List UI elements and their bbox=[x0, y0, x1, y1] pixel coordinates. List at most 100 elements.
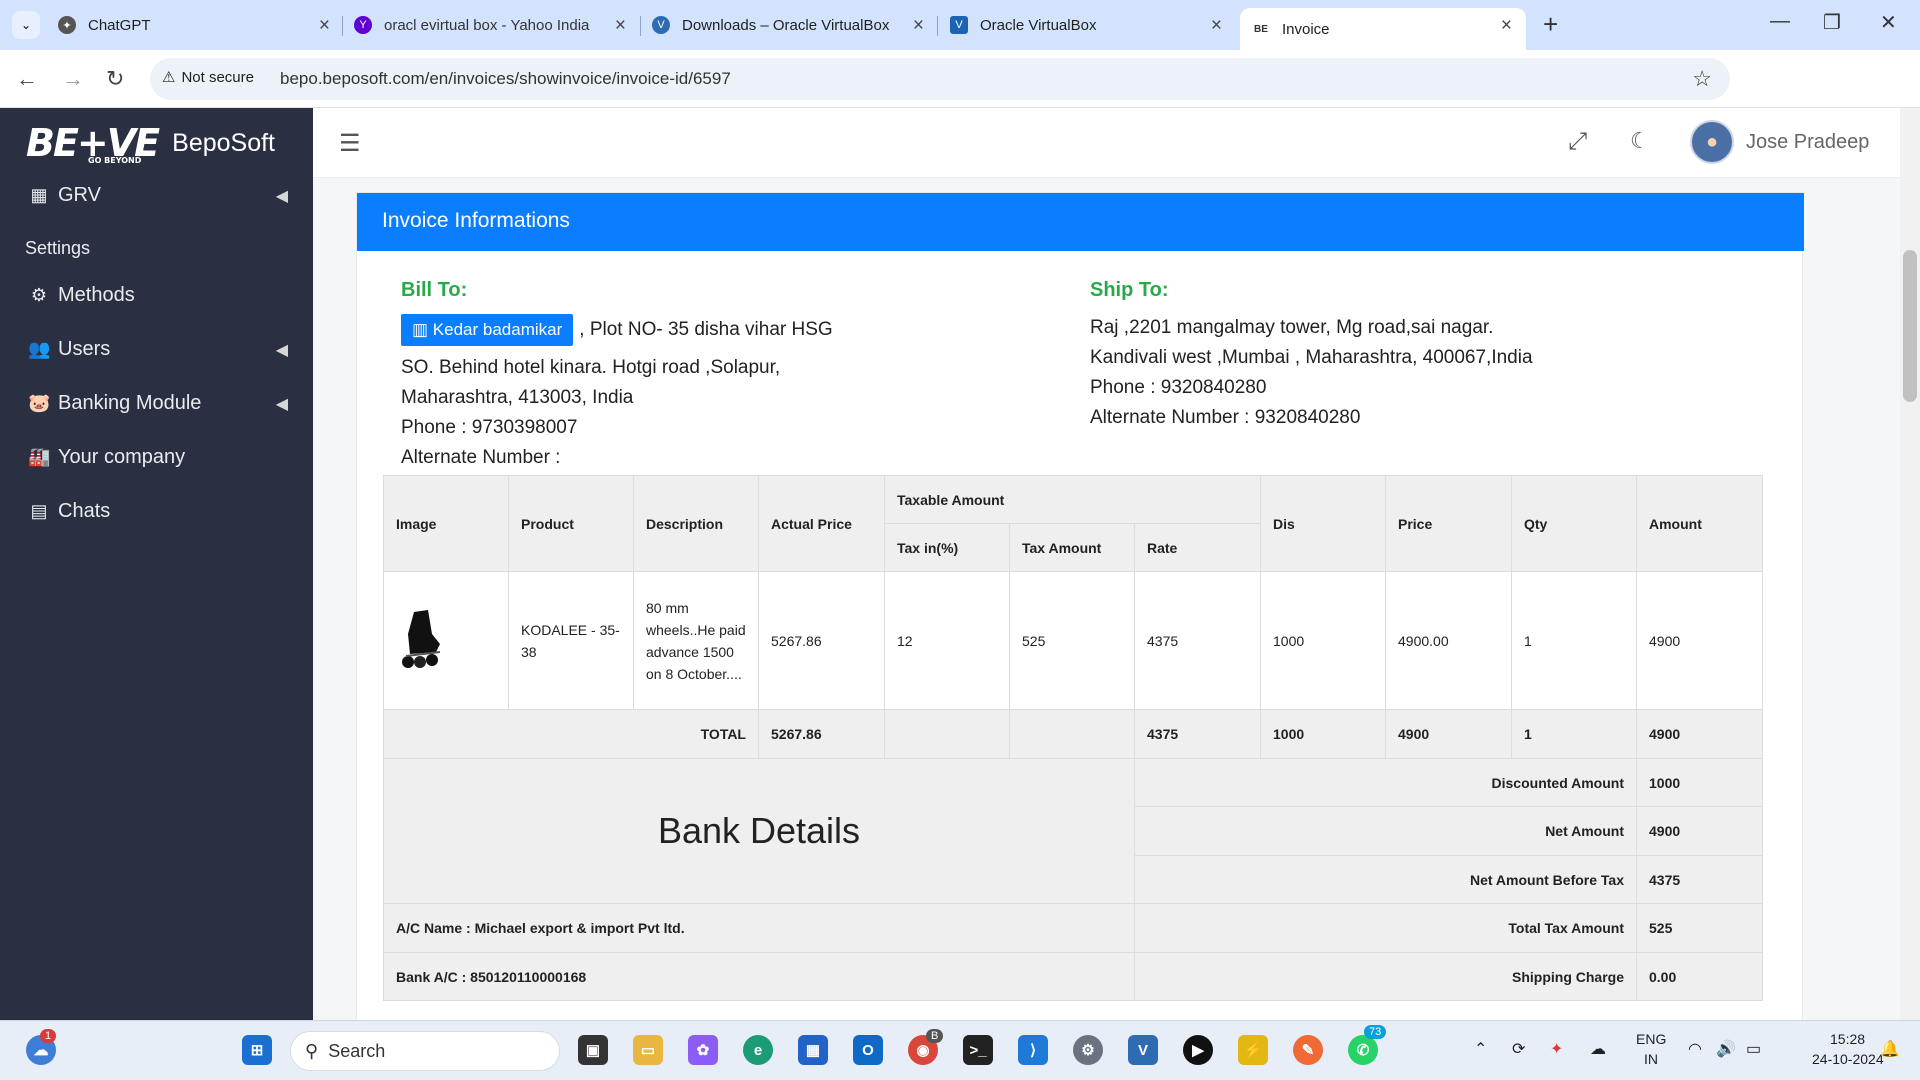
sidebar-item-label: Chats bbox=[58, 500, 111, 522]
close-tab-icon[interactable]: × bbox=[1501, 15, 1512, 37]
close-window-icon[interactable]: ✕ bbox=[1880, 10, 1897, 35]
total-row: TOTAL 5267.86 4375 1000 4900 1 4900 bbox=[383, 709, 1763, 759]
battery-icon[interactable]: ▭ bbox=[1746, 1039, 1761, 1059]
tab-oracle-virtualbox[interactable]: V Oracle VirtualBox × bbox=[950, 8, 1230, 42]
sync-icon[interactable]: ⟳ bbox=[1512, 1039, 1525, 1059]
hamburger-menu-icon[interactable]: ☰ bbox=[339, 129, 361, 158]
tab-downloads-virtualbox[interactable]: V Downloads – Oracle VirtualBox × bbox=[652, 8, 932, 42]
net-amount-before-tax-label: Net Amount Before Tax bbox=[1134, 855, 1637, 904]
edge-icon[interactable]: e bbox=[743, 1035, 773, 1065]
app-topbar: ☰ ⤢ ☾ ● Jose Pradeep bbox=[313, 108, 1900, 178]
column-header-product: Product bbox=[508, 475, 634, 572]
terminal-icon[interactable]: >_ bbox=[963, 1035, 993, 1065]
clock-time[interactable]: 15:28 bbox=[1830, 1031, 1865, 1047]
security-chip[interactable]: ⚠ Not secure bbox=[162, 68, 254, 87]
url-text[interactable]: bepo.beposoft.com/en/invoices/showinvoic… bbox=[280, 69, 731, 89]
sidebar-item-chats[interactable]: ▤ Chats bbox=[28, 500, 288, 523]
virtualbox-icon[interactable]: V bbox=[1128, 1035, 1158, 1065]
taskbar-search[interactable]: ⚲ Search bbox=[290, 1031, 560, 1071]
media-player-icon[interactable]: ▶ bbox=[1183, 1035, 1213, 1065]
tab-invoice[interactable]: BE Invoice × bbox=[1240, 8, 1526, 50]
browser-tab-bar: ⌄ ✦ ChatGPT × Y oracl evirtual box - Yah… bbox=[0, 0, 1920, 50]
ship-address-2: Kandivali west ,Mumbai , Maharashtra, 40… bbox=[1090, 347, 1533, 368]
sidebar-item-your-company[interactable]: 🏭 Your company bbox=[28, 446, 288, 469]
shipping-charge-value: 0.00 bbox=[1636, 952, 1763, 1001]
task-view-icon[interactable]: ▣ bbox=[578, 1035, 608, 1065]
close-tab-icon[interactable]: × bbox=[1211, 15, 1222, 37]
product-cell: KODALEE - 35-38 bbox=[508, 571, 634, 710]
beposoft-icon: BE bbox=[1254, 23, 1268, 35]
invoice-card-header: Invoice Informations bbox=[357, 193, 1804, 251]
sidebar-item-grv[interactable]: ▦ GRV ◀ bbox=[28, 184, 288, 207]
reload-icon[interactable]: ↻ bbox=[106, 66, 124, 92]
outlook-icon[interactable]: O bbox=[853, 1035, 883, 1065]
sidebar-item-label: Banking Module bbox=[58, 392, 202, 414]
users-icon: 👥 bbox=[28, 339, 51, 359]
column-header-actual-price: Actual Price bbox=[758, 475, 885, 572]
wifi-icon[interactable]: ◠ bbox=[1688, 1039, 1702, 1059]
scrollbar-thumb[interactable] bbox=[1903, 250, 1917, 402]
clock-date[interactable]: 24-10-2024 bbox=[1812, 1051, 1884, 1067]
app-tray-icon[interactable]: ✦ bbox=[1550, 1039, 1563, 1059]
customer-name: Kedar badamikar bbox=[432, 320, 563, 339]
forward-icon[interactable]: → bbox=[62, 66, 84, 92]
user-name[interactable]: Jose Pradeep bbox=[1746, 131, 1869, 154]
close-tab-icon[interactable]: × bbox=[615, 15, 626, 37]
page-scrollbar[interactable] bbox=[1900, 108, 1920, 1020]
file-explorer-icon[interactable]: ▭ bbox=[633, 1035, 663, 1065]
dark-mode-moon-icon[interactable]: ☾ bbox=[1630, 128, 1650, 154]
net-amount-label: Net Amount bbox=[1134, 806, 1637, 856]
close-tab-icon[interactable]: × bbox=[319, 15, 330, 37]
region-indicator[interactable]: IN bbox=[1644, 1051, 1658, 1067]
whatsapp-icon[interactable]: ✆ bbox=[1348, 1035, 1378, 1065]
chevron-up-icon[interactable]: ⌃ bbox=[1474, 1039, 1487, 1059]
price-cell: 4900.00 bbox=[1385, 571, 1512, 710]
back-icon[interactable]: ← bbox=[16, 66, 38, 92]
net-amount-value: 4900 bbox=[1636, 806, 1763, 856]
brand[interactable]: BE+VE GO BEYOND BepoSoft bbox=[0, 108, 313, 178]
fullscreen-icon[interactable]: ⤢ bbox=[1568, 128, 1587, 156]
tab-search-button[interactable]: ⌄ bbox=[12, 11, 40, 39]
total-tax-amount-value: 525 bbox=[1636, 903, 1763, 953]
settings-gear-icon[interactable]: ⚙ bbox=[1073, 1035, 1103, 1065]
vscode-icon[interactable]: ⟩ bbox=[1018, 1035, 1048, 1065]
windows-start-icon[interactable]: ⊞ bbox=[242, 1035, 272, 1065]
tab-chatgpt[interactable]: ✦ ChatGPT × bbox=[58, 8, 338, 42]
dis-cell: 1000 bbox=[1260, 571, 1386, 710]
omnibox[interactable]: ⚠ Not secure bepo.beposoft.com/en/invoic… bbox=[150, 58, 1730, 100]
warning-icon: ⚠ bbox=[162, 69, 176, 86]
close-tab-icon[interactable]: × bbox=[913, 15, 924, 37]
discounted-amount-value: 1000 bbox=[1636, 758, 1763, 807]
calculator-icon: ▦ bbox=[30, 185, 48, 205]
minimize-icon[interactable]: — bbox=[1770, 10, 1790, 33]
customer-name-badge[interactable]: ▥ Kedar badamikar bbox=[401, 314, 574, 346]
inline-skate-image bbox=[402, 610, 441, 668]
tab-title: ChatGPT bbox=[88, 16, 151, 34]
copilot-icon[interactable]: ✿ bbox=[688, 1035, 718, 1065]
building-icon: ▥ bbox=[412, 320, 433, 339]
ship-to-title: Ship To: bbox=[1090, 279, 1169, 301]
sidebar-item-methods[interactable]: ⚙ Methods bbox=[28, 284, 288, 307]
virtualbox-icon: V bbox=[950, 16, 968, 34]
postman-icon[interactable]: ✎ bbox=[1293, 1035, 1323, 1065]
tab-title: Downloads – Oracle VirtualBox bbox=[682, 16, 890, 34]
volume-icon[interactable]: 🔊 bbox=[1716, 1039, 1736, 1059]
restore-icon[interactable]: ❐ bbox=[1823, 10, 1841, 35]
taskbar-search-label: Search bbox=[328, 1040, 386, 1061]
store-icon[interactable]: ▦ bbox=[798, 1035, 828, 1065]
chevron-left-icon: ◀ bbox=[275, 395, 288, 413]
onedrive-icon[interactable]: ☁ bbox=[1590, 1039, 1606, 1059]
language-indicator[interactable]: ENG bbox=[1636, 1031, 1666, 1047]
total-dis: 1000 bbox=[1260, 709, 1386, 759]
sidebar-item-banking-module[interactable]: 🐷 Banking Module ◀ bbox=[28, 392, 288, 415]
x64dbg-icon[interactable]: ⚡ bbox=[1238, 1035, 1268, 1065]
user-avatar[interactable]: ● bbox=[1690, 120, 1734, 164]
bookmark-star-icon[interactable]: ☆ bbox=[1692, 66, 1712, 92]
ship-phone: Phone : 9320840280 bbox=[1090, 377, 1267, 398]
table-row: KODALEE - 35-38 80 mm wheels..He paid ad… bbox=[383, 571, 1763, 710]
sidebar-item-users[interactable]: 👥 Users ◀ bbox=[28, 338, 288, 361]
tab-yahoo[interactable]: Y oracl evirtual box - Yahoo India × bbox=[354, 8, 634, 42]
tax-percent-cell: 12 bbox=[884, 571, 1010, 710]
notification-bell-icon[interactable]: 🔔 bbox=[1880, 1039, 1900, 1059]
new-tab-button[interactable]: + bbox=[1543, 11, 1558, 37]
